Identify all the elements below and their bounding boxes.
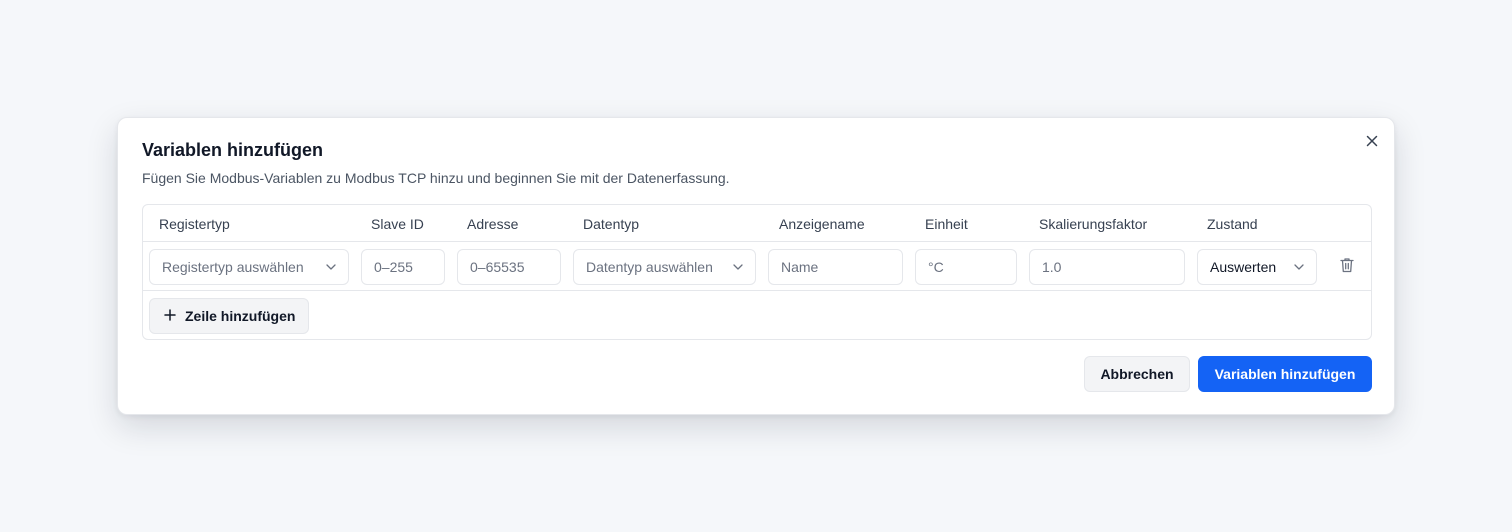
trash-icon [1340, 257, 1354, 278]
add-row-label: Zeile hinzufügen [185, 308, 296, 324]
data-type-select[interactable]: Datentyp auswählen [573, 249, 756, 285]
state-value: Auswerten [1210, 259, 1277, 275]
dialog-description: Fügen Sie Modbus-Variablen zu Modbus TCP… [142, 170, 730, 186]
plus-icon [164, 308, 176, 324]
slave-id-input[interactable] [374, 259, 444, 275]
column-header-unit: Einheit [925, 216, 968, 232]
close-icon [1366, 134, 1378, 152]
column-header-register-type: Registertyp [159, 216, 230, 232]
delete-row-button[interactable] [1338, 257, 1356, 278]
scale-factor-input[interactable] [1042, 259, 1184, 275]
column-header-scale-factor: Skalierungsfaktor [1039, 216, 1148, 232]
address-input[interactable] [470, 259, 560, 275]
chevron-down-icon [733, 264, 743, 270]
column-header-address: Adresse [467, 216, 519, 232]
chevron-down-icon [326, 264, 336, 270]
register-type-select[interactable]: Registertyp auswählen [149, 249, 349, 285]
add-variables-button[interactable]: Variablen hinzufügen [1198, 356, 1372, 392]
chevron-down-icon [1294, 264, 1304, 270]
variables-table: Registertyp Slave ID Adresse Datentyp An… [142, 204, 1372, 340]
state-select[interactable]: Auswerten [1197, 249, 1317, 285]
table-row: Registertyp auswählen Datentyp auswählen [143, 242, 1371, 291]
column-header-display-name: Anzeigename [779, 216, 865, 232]
unit-input[interactable] [928, 259, 1016, 275]
address-field [457, 249, 561, 285]
display-name-input[interactable] [781, 259, 902, 275]
column-header-slave-id: Slave ID [371, 216, 424, 232]
scale-factor-field [1029, 249, 1185, 285]
column-header-state: Zustand [1207, 216, 1258, 232]
close-button[interactable] [1361, 132, 1383, 154]
add-variables-dialog: Variablen hinzufügen Fügen Sie Modbus-Va… [117, 117, 1395, 415]
add-row-button[interactable]: Zeile hinzufügen [149, 298, 309, 334]
table-header: Registertyp Slave ID Adresse Datentyp An… [143, 205, 1371, 242]
cancel-button[interactable]: Abbrechen [1084, 356, 1190, 392]
display-name-field [768, 249, 903, 285]
column-header-data-type: Datentyp [583, 216, 640, 232]
unit-field [915, 249, 1017, 285]
dialog-title: Variablen hinzufügen [142, 140, 324, 160]
register-type-placeholder: Registertyp auswählen [162, 259, 304, 275]
slave-id-field [361, 249, 445, 285]
data-type-placeholder: Datentyp auswählen [586, 259, 713, 275]
